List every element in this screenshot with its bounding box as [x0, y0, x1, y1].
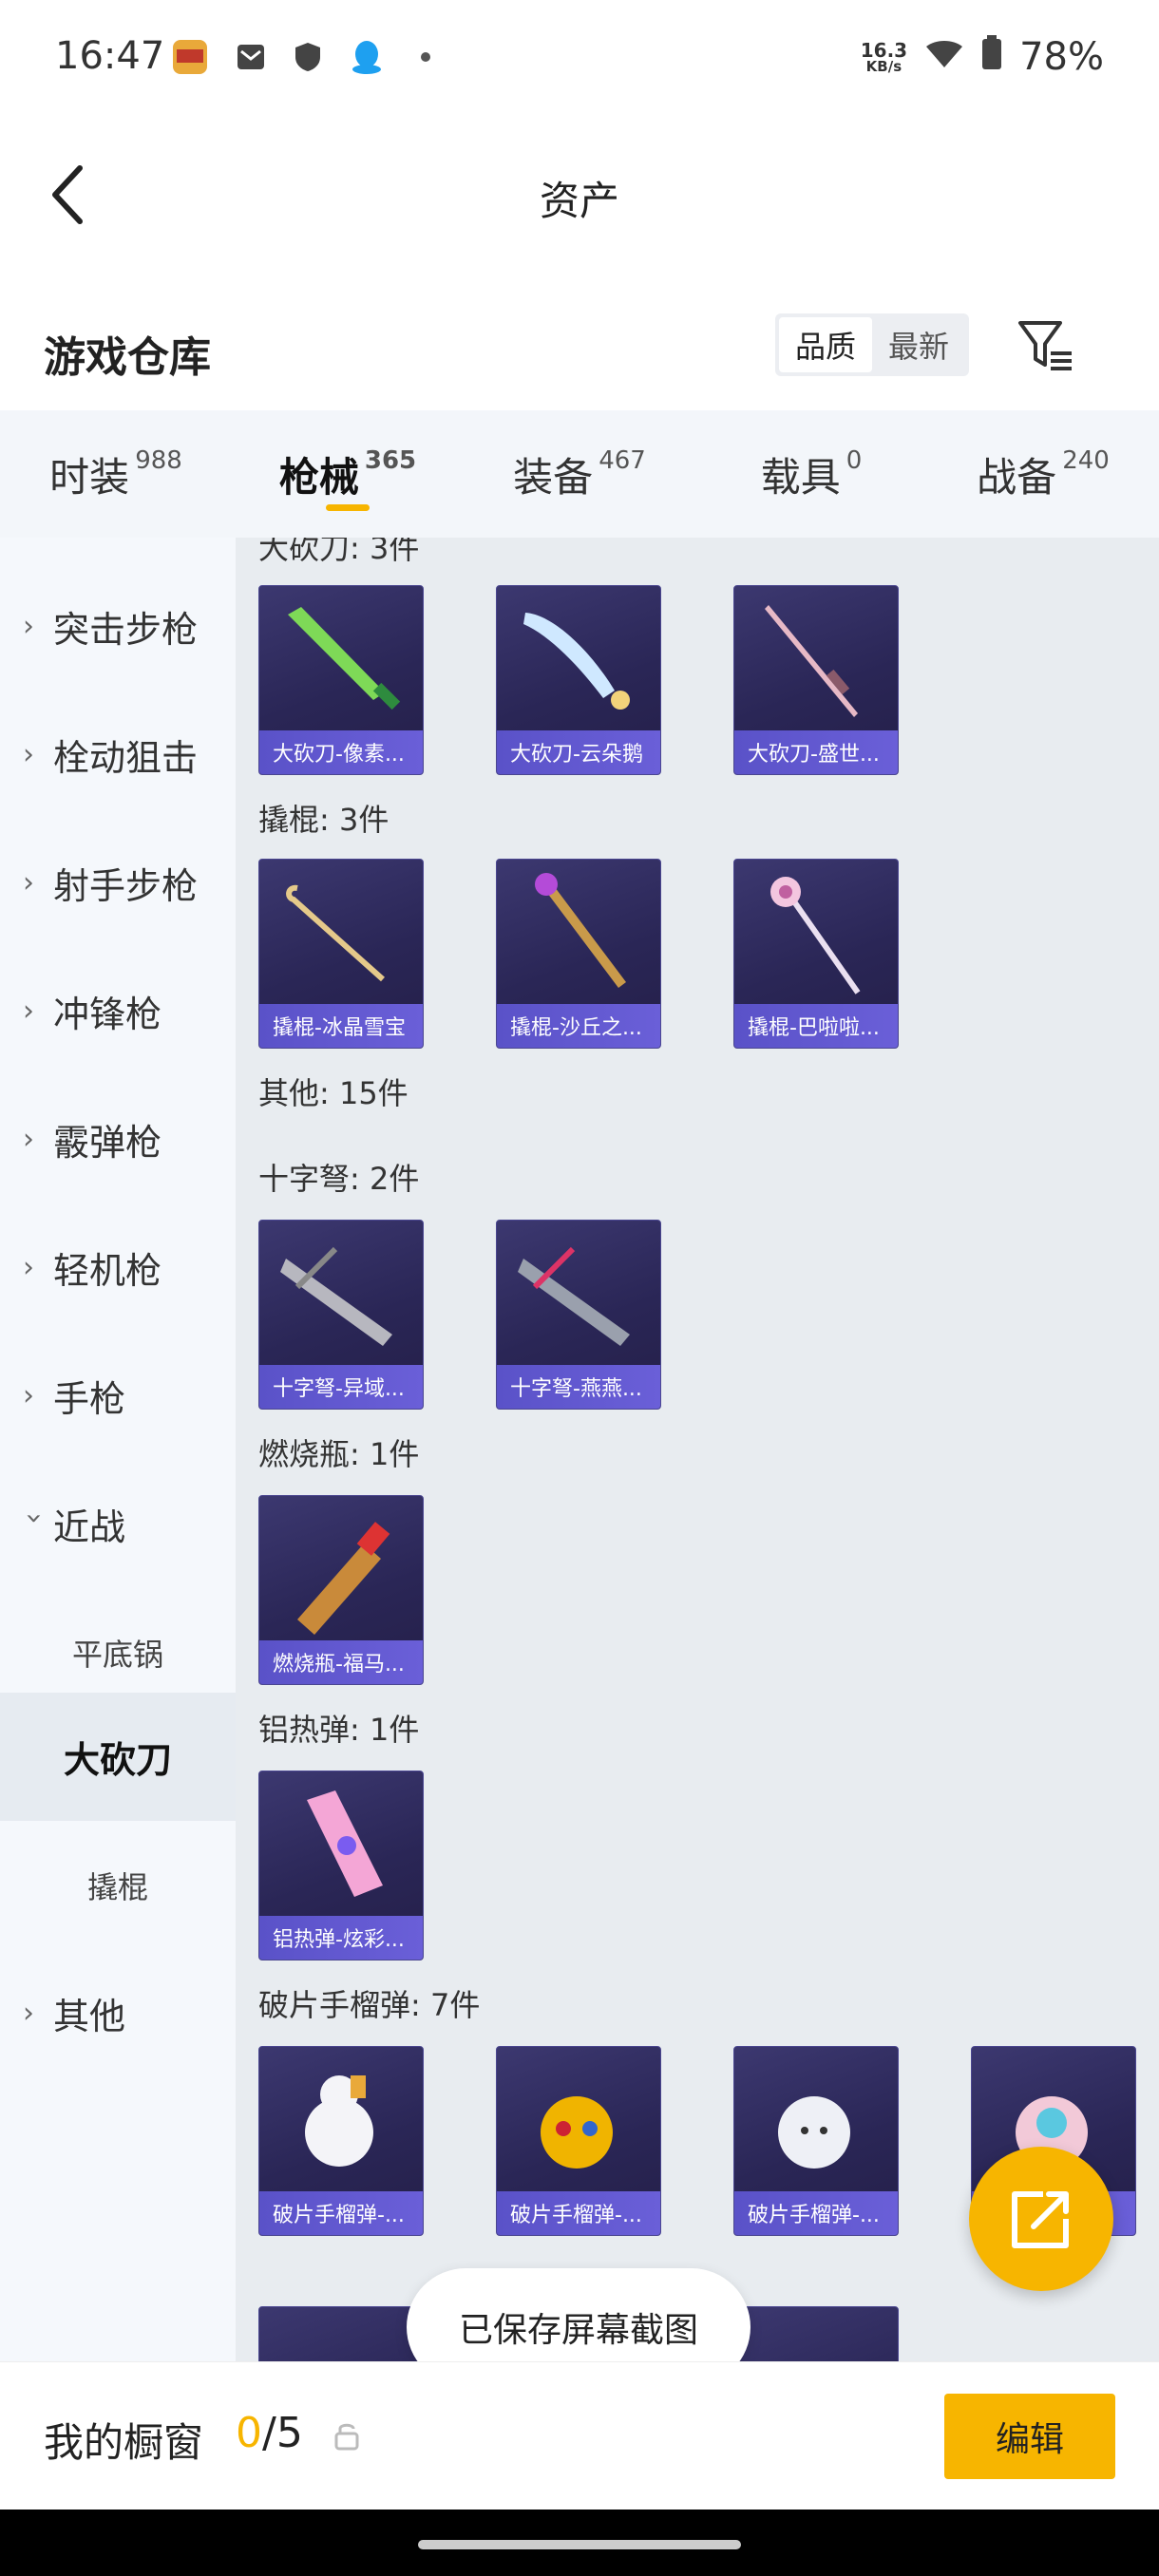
status-time: 16:47	[55, 34, 165, 78]
group-heading: 大砍刀: 3件	[258, 538, 420, 566]
lock-icon	[334, 2420, 359, 2451]
battery-level: 78%	[1019, 35, 1104, 79]
status-bar: 16:47 16.3 KB/s 78%	[0, 0, 1159, 119]
group-heading: 其他: 15件	[258, 1075, 408, 1111]
crossbow-exotic-icon	[280, 1246, 392, 1346]
home-gesture-bar[interactable]	[418, 2540, 741, 2549]
page-title: 资产	[539, 178, 619, 224]
sidebar-item-pistol[interactable]: › 手枪	[0, 1332, 236, 1460]
dot-icon	[407, 38, 445, 76]
item-card[interactable]: 破片手榴弹-...	[733, 2046, 899, 2236]
item-card[interactable]	[733, 2306, 899, 2361]
group-heading: 破片手榴弹: 7件	[258, 1987, 481, 2023]
group-heading: 撬棍: 3件	[258, 802, 390, 838]
tab-equipment[interactable]: 装备 467	[464, 410, 695, 538]
category-tabs: 时装 988 枪械 365 装备 467 载具 0 战备 240	[0, 410, 1159, 538]
tab-supplies[interactable]: 战备 240	[927, 410, 1159, 538]
section-title: 游戏仓库	[44, 333, 211, 382]
item-card[interactable]: 大砍刀-盛世...	[733, 585, 899, 775]
filter-button[interactable]	[1016, 317, 1077, 374]
sidebar-subitem-crowbar[interactable]: 撬棍	[0, 1821, 236, 1949]
item-card[interactable]	[258, 2306, 424, 2361]
item-card[interactable]: 十字弩-异域...	[258, 1220, 424, 1410]
sidebar-item-assault-rifle[interactable]: › 突击步枪	[0, 562, 236, 691]
edit-button[interactable]: 编辑	[944, 2394, 1115, 2479]
battery-icon	[981, 34, 1002, 80]
item-card[interactable]: 破片手榴弹-...	[496, 2046, 661, 2236]
sidebar-item-melee[interactable]: › 近战	[0, 1460, 236, 1588]
share-button[interactable]	[969, 2147, 1113, 2291]
group-heading: 十字弩: 2件	[258, 1161, 420, 1197]
item-card[interactable]: 破片手榴弹-...	[258, 2046, 424, 2236]
sort-quality-button[interactable]: 品质	[779, 317, 872, 372]
group-heading: 燃烧瓶: 1件	[258, 1436, 420, 1472]
item-card[interactable]: 铝热弹-炫彩...	[258, 1771, 424, 1960]
chevron-right-icon: ›	[23, 1251, 34, 1284]
weapon-category-sidebar: › 突击步枪 › 栓动狙击 › 射手步枪 › 冲锋枪 › 霰弹枪 › 轻机枪 › 手枪 › 近战…	[0, 538, 236, 2361]
grenade-bear-icon	[778, 2096, 850, 2169]
tab-firearms[interactable]: 枪械 365	[232, 410, 464, 538]
machete-pixel-icon	[288, 607, 401, 710]
machete-prosperity-icon	[765, 605, 858, 717]
tab-fashion[interactable]: 时装 988	[0, 410, 232, 538]
chevron-right-icon: ›	[23, 1997, 34, 2030]
sort-toggle: 品质 最新	[775, 313, 969, 376]
showcase-count: 0/5	[236, 2409, 303, 2457]
sort-latest-button[interactable]: 最新	[872, 317, 965, 372]
chevron-right-icon: ›	[23, 610, 34, 643]
sidebar-item-other[interactable]: › 其他	[0, 1949, 236, 2077]
filter-icon	[1018, 321, 1072, 370]
item-card[interactable]: 撬棍-冰晶雪宝	[258, 859, 424, 1049]
chevron-right-icon: ›	[23, 1123, 34, 1156]
qq-icon	[348, 38, 386, 76]
item-card[interactable]: 燃烧瓶-福马...	[258, 1495, 424, 1685]
crowbar-ice-icon	[286, 884, 385, 982]
chevron-right-icon: ›	[23, 994, 34, 1028]
share-icon	[1012, 2191, 1069, 2248]
chevron-right-icon: ›	[23, 738, 34, 771]
item-card[interactable]: 大砍刀-云朵鹅	[496, 585, 661, 775]
network-speed: 16.3 KB/s	[860, 38, 908, 75]
chevron-right-icon: ›	[23, 1379, 34, 1412]
wifi-icon	[924, 35, 964, 79]
item-card[interactable]: 撬棍-巴啦啦...	[733, 859, 899, 1049]
group-heading: 铝热弹: 1件	[258, 1712, 420, 1748]
machete-cloud-goose-icon	[523, 613, 630, 710]
crossbow-swallow-icon	[518, 1246, 630, 1346]
item-card[interactable]: 大砍刀-像素...	[258, 585, 424, 775]
item-card[interactable]: 撬棍-沙丘之...	[496, 859, 661, 1049]
status-right: 16.3 KB/s 78%	[861, 34, 1104, 80]
game-app-icon	[171, 38, 209, 76]
mail-icon	[232, 38, 270, 76]
sidebar-item-marksman-rifle[interactable]: › 射手步枪	[0, 819, 236, 947]
item-card[interactable]: 十字弩-燕燕...	[496, 1220, 661, 1410]
shield-icon	[289, 38, 327, 76]
item-grid: 大砍刀: 3件 大砍刀-像素... 大砍刀-云朵鹅 大砍刀-盛世... 撬棍: …	[236, 538, 1159, 2361]
chevron-down-icon: ›	[17, 1512, 51, 1525]
crowbar-dune-icon	[535, 873, 626, 988]
sidebar-subitem-machete[interactable]: 大砍刀	[0, 1693, 236, 1821]
molotov-icon	[297, 1522, 390, 1635]
showcase-label: 我的橱窗	[44, 2419, 204, 2466]
thermite-icon	[307, 1790, 383, 1897]
grenade-yellow-icon	[541, 2096, 613, 2169]
crowbar-balala-icon	[770, 877, 861, 994]
grenade-snowman-icon	[305, 2075, 373, 2167]
tab-vehicles[interactable]: 载具 0	[695, 410, 927, 538]
sidebar-item-bolt-sniper[interactable]: › 栓动狙击	[0, 691, 236, 819]
sidebar-item-smg[interactable]: › 冲锋枪	[0, 947, 236, 1075]
sidebar-item-lmg[interactable]: › 轻机枪	[0, 1203, 236, 1332]
sidebar-item-shotgun[interactable]: › 霰弹枪	[0, 1075, 236, 1203]
chevron-right-icon: ›	[23, 866, 34, 900]
